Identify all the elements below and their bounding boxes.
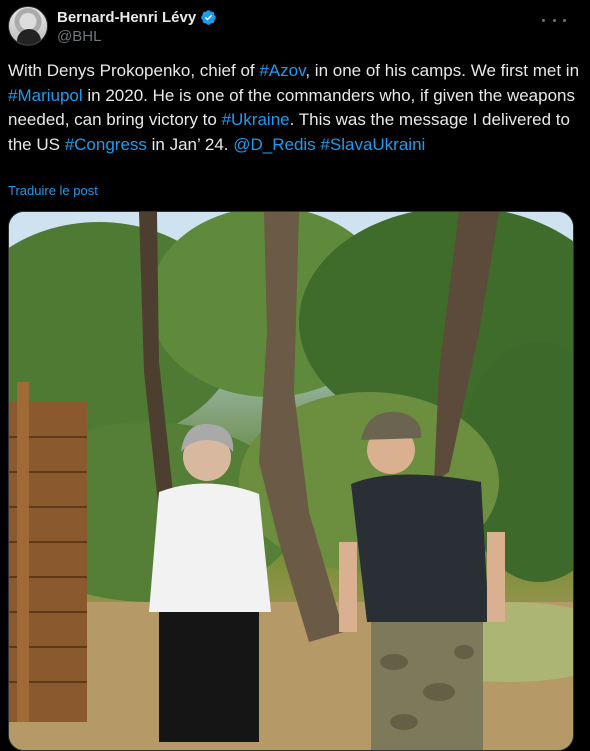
- post-text-segment: With Denys Prokopenko, chief of: [8, 61, 260, 80]
- hashtag-link[interactable]: #Ukraine: [222, 110, 290, 129]
- hashtag-link[interactable]: #Azov: [259, 61, 305, 80]
- post-photo[interactable]: [8, 211, 574, 751]
- post-text-segment: , in one of his camps. We first met in: [305, 61, 580, 80]
- post-text: With Denys Prokopenko, chief of #Azov, i…: [8, 59, 582, 157]
- hashtag-link[interactable]: #SlavaUkraini: [320, 135, 425, 154]
- more-options-icon[interactable]: [542, 12, 566, 28]
- hashtag-link[interactable]: #Congress: [65, 135, 147, 154]
- mention-link[interactable]: @D_Redis: [233, 135, 315, 154]
- author-name-row[interactable]: Bernard-Henri Lévy: [57, 9, 217, 26]
- post-text-segment: in Jan’ 24.: [146, 134, 234, 154]
- post-header: Bernard-Henri Lévy @BHL: [8, 6, 582, 46]
- author-display-name[interactable]: Bernard-Henri Lévy: [57, 9, 196, 26]
- hashtag-link[interactable]: #Mariupol: [8, 86, 83, 105]
- avatar[interactable]: [8, 6, 48, 46]
- verified-badge-icon: [201, 10, 216, 25]
- author-handle[interactable]: @BHL: [57, 28, 101, 45]
- translate-post-link[interactable]: Traduire le post: [8, 183, 98, 198]
- photo-illustration: [9, 212, 573, 750]
